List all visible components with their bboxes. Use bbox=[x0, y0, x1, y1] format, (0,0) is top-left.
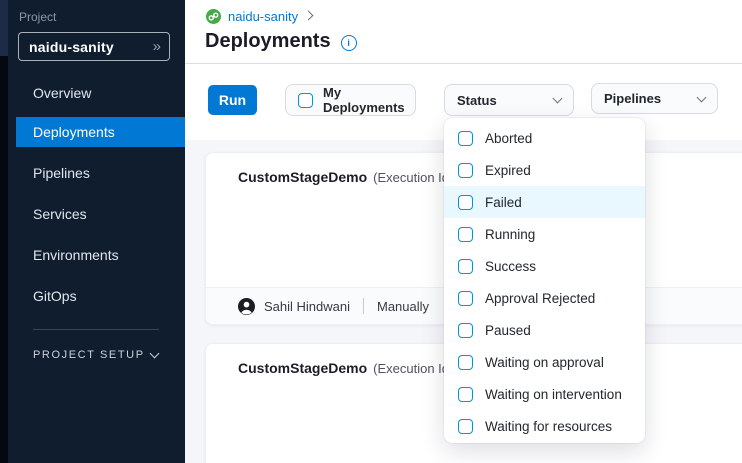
chevron-down-icon bbox=[697, 92, 707, 102]
status-option-checkbox[interactable] bbox=[458, 195, 473, 210]
status-option-label: Paused bbox=[485, 323, 531, 338]
user-avatar-icon bbox=[238, 298, 255, 315]
sidebar-item-environments[interactable]: Environments bbox=[0, 240, 185, 270]
project-sidebar: Project naidu-sanity » Overview Deployme… bbox=[0, 0, 185, 463]
sidebar-item-overview[interactable]: Overview bbox=[0, 78, 185, 108]
nav-rail bbox=[0, 0, 8, 463]
status-option-waiting-on-intervention[interactable]: Waiting on intervention bbox=[444, 378, 645, 410]
pipelines-filter-label: Pipelines bbox=[604, 91, 661, 106]
footer-divider bbox=[363, 298, 364, 314]
project-selector-value: naidu-sanity bbox=[29, 39, 114, 55]
page-header: naidu-sanity Deployments i bbox=[185, 0, 742, 64]
status-option-expired[interactable]: Expired bbox=[444, 154, 645, 186]
status-option-checkbox[interactable] bbox=[458, 387, 473, 402]
triggered-by-user: Sahil Hindwani bbox=[264, 299, 350, 314]
breadcrumb: naidu-sanity bbox=[206, 9, 312, 24]
sidebar-item-services[interactable]: Services bbox=[0, 199, 185, 229]
status-option-label: Waiting on approval bbox=[485, 355, 604, 370]
pipeline-name[interactable]: CustomStageDemo bbox=[238, 360, 367, 376]
status-option-checkbox[interactable] bbox=[458, 131, 473, 146]
chevron-down-icon bbox=[553, 94, 563, 104]
status-option-failed[interactable]: Failed bbox=[444, 186, 645, 218]
pipelines-filter-dropdown[interactable]: Pipelines bbox=[591, 83, 718, 114]
execution-id-text: (Execution Id bbox=[373, 170, 449, 185]
chevron-right-icon bbox=[304, 10, 314, 20]
status-option-label: Waiting on intervention bbox=[485, 387, 622, 402]
status-option-checkbox[interactable] bbox=[458, 355, 473, 370]
status-option-waiting-on-approval[interactable]: Waiting on approval bbox=[444, 346, 645, 378]
status-option-label: Running bbox=[485, 227, 535, 242]
main-content: naidu-sanity Deployments i Run My Deploy… bbox=[185, 0, 742, 463]
status-option-approval-rejected[interactable]: Approval Rejected bbox=[444, 282, 645, 314]
my-deployments-checkbox[interactable] bbox=[298, 93, 313, 108]
project-setup-toggle[interactable]: PROJECT SETUP bbox=[33, 349, 158, 361]
status-option-label: Approval Rejected bbox=[485, 291, 595, 306]
project-label: Project bbox=[19, 10, 56, 24]
status-option-label: Failed bbox=[485, 195, 522, 210]
info-icon[interactable]: i bbox=[341, 35, 357, 51]
project-setup-label: PROJECT SETUP bbox=[33, 349, 145, 361]
breadcrumb-project-link[interactable]: naidu-sanity bbox=[228, 9, 298, 24]
sidebar-item-deployments[interactable]: Deployments bbox=[16, 117, 185, 147]
status-option-running[interactable]: Running bbox=[444, 218, 645, 250]
double-chevron-icon: » bbox=[153, 39, 161, 54]
status-filter-label: Status bbox=[457, 93, 497, 108]
status-option-waiting-for-resources[interactable]: Waiting for resources bbox=[444, 410, 645, 442]
chevron-down-icon bbox=[150, 349, 160, 359]
my-deployments-label: My Deployments bbox=[323, 85, 405, 115]
sidebar-item-pipelines[interactable]: Pipelines bbox=[0, 158, 185, 188]
sidebar-divider bbox=[33, 329, 159, 330]
status-option-paused[interactable]: Paused bbox=[444, 314, 645, 346]
status-option-checkbox[interactable] bbox=[458, 227, 473, 242]
status-option-checkbox[interactable] bbox=[458, 291, 473, 306]
project-selector[interactable]: naidu-sanity » bbox=[18, 32, 170, 61]
status-option-checkbox[interactable] bbox=[458, 163, 473, 178]
run-button[interactable]: Run bbox=[208, 85, 257, 115]
cd-module-icon bbox=[206, 9, 221, 24]
status-filter-menu: Aborted Expired Failed Running Success A… bbox=[444, 118, 645, 443]
status-filter-dropdown[interactable]: Status bbox=[444, 84, 574, 116]
status-option-checkbox[interactable] bbox=[458, 259, 473, 274]
status-option-checkbox[interactable] bbox=[458, 419, 473, 434]
title-row: Deployments i bbox=[205, 30, 357, 53]
my-deployments-toggle[interactable]: My Deployments bbox=[285, 84, 416, 116]
status-option-aborted[interactable]: Aborted bbox=[444, 122, 645, 154]
deployments-page: Project naidu-sanity » Overview Deployme… bbox=[0, 0, 742, 463]
status-option-label: Expired bbox=[485, 163, 531, 178]
status-option-label: Waiting for resources bbox=[485, 419, 612, 434]
status-option-checkbox[interactable] bbox=[458, 323, 473, 338]
status-option-label: Success bbox=[485, 259, 536, 274]
page-title: Deployments bbox=[205, 30, 331, 53]
execution-id-text: (Execution Id bbox=[373, 361, 449, 376]
status-option-label: Aborted bbox=[485, 131, 532, 146]
pipeline-name[interactable]: CustomStageDemo bbox=[238, 169, 367, 185]
sidebar-item-gitops[interactable]: GitOps bbox=[0, 281, 185, 311]
status-option-success[interactable]: Success bbox=[444, 250, 645, 282]
trigger-type: Manually bbox=[377, 299, 429, 314]
nav-rail-indicator bbox=[0, 0, 8, 56]
